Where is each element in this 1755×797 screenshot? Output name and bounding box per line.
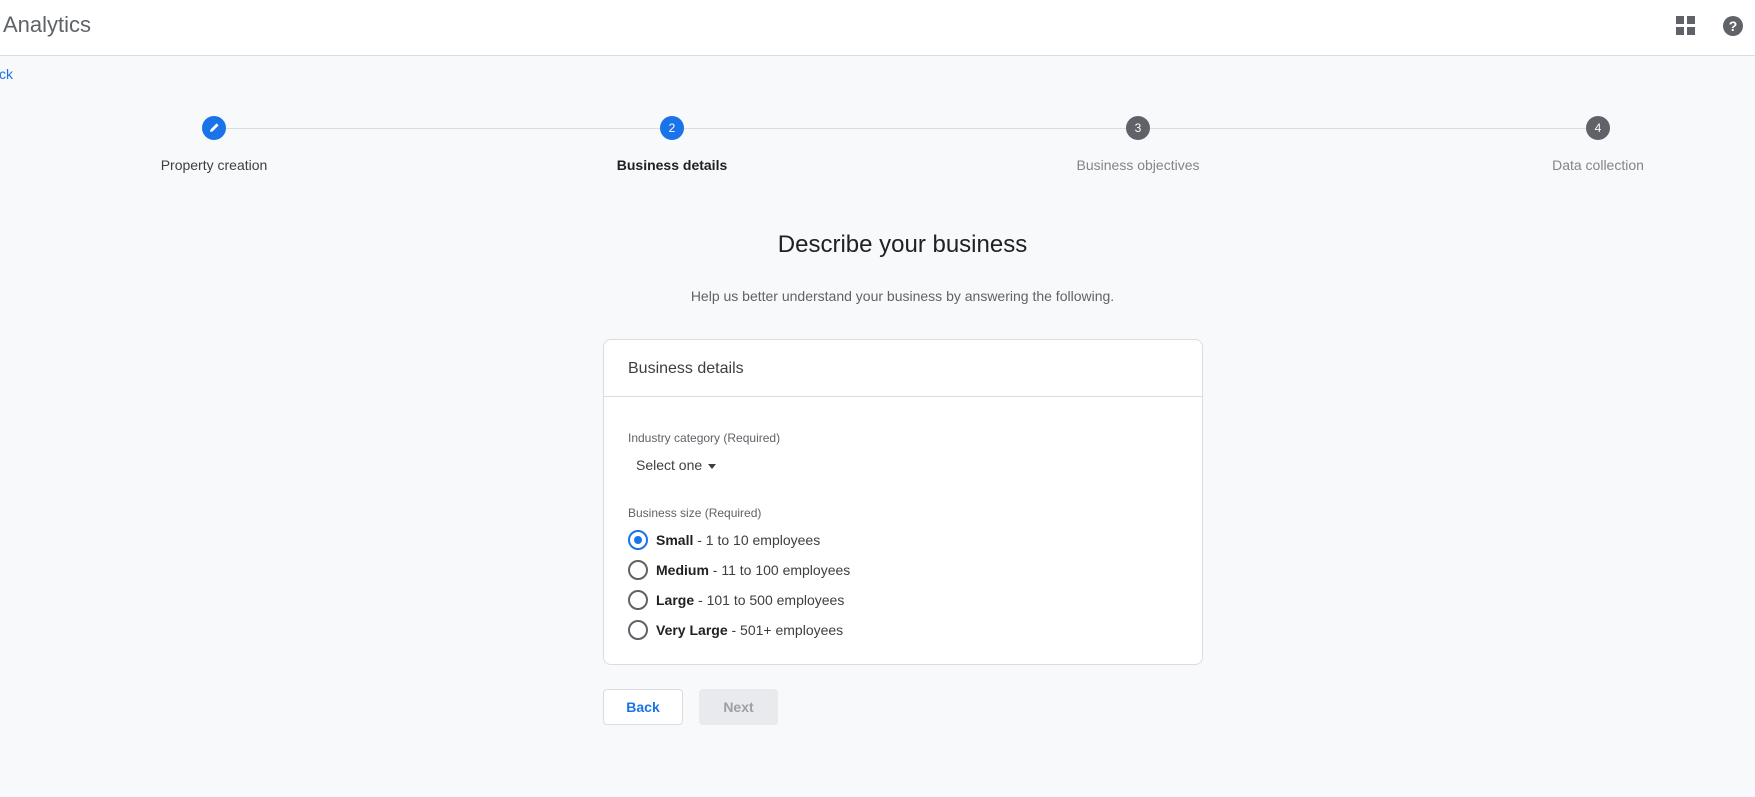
apps-grid-icon[interactable] [1676,16,1696,36]
next-button[interactable]: Next [699,689,778,725]
card-header: Business details [604,340,1202,397]
help-circle-icon[interactable]: ? [1722,15,1744,37]
back-button[interactable]: Back [603,689,683,725]
stepper-connector [226,128,660,129]
step-3-indicator: 3 [1126,116,1150,140]
option-detail: - 501+ employees [727,622,844,638]
stepper-connector [684,128,1126,129]
step-3-label: Business objectives [1076,157,1200,173]
step-2-label: Business details [616,157,728,173]
radio-button[interactable] [628,560,648,580]
dropdown-caret-icon [708,463,717,469]
industry-category-select[interactable]: Select one [636,457,717,473]
option-detail: - 101 to 500 employees [694,592,845,608]
option-detail: - 11 to 100 employees [708,562,851,578]
option-name: Large [656,592,695,608]
radio-button-checked[interactable] [628,530,648,550]
option-name: Medium [656,562,709,578]
page-title: Describe your business [777,231,1028,258]
business-size-option-medium[interactable]: Medium - 11 to 100 employees [628,560,850,580]
option-name: Very Large [656,622,728,638]
radio-button[interactable] [628,590,648,610]
industry-category-value: Select one [636,457,703,473]
option-name: Small [656,532,694,548]
step-4-indicator: 4 [1586,116,1610,140]
business-size-option-very-large[interactable]: Very Large - 501+ employees [628,620,843,640]
back-link[interactable]: ck [0,66,13,82]
top-app-bar: Analytics ? [0,0,1755,56]
step-2-indicator: 2 [660,116,684,140]
step-1-indicator [202,116,226,140]
step-4-label: Data collection [1552,157,1644,173]
business-size-option-small[interactable]: Small - 1 to 10 employees [628,530,820,550]
industry-category-label: Industry category (Required) [628,431,781,445]
pencil-icon [210,123,219,132]
business-size-option-large[interactable]: Large - 101 to 500 employees [628,590,844,610]
page-subtitle: Help us better understand your business … [690,288,1115,304]
radio-button[interactable] [628,620,648,640]
app-title: Analytics [3,12,92,37]
svg-text:?: ? [1729,18,1738,34]
business-size-label: Business size (Required) [628,506,762,520]
step-1-label: Property creation [160,157,268,173]
option-detail: - 1 to 10 employees [693,532,821,548]
business-details-card: Business details Industry category (Requ… [603,339,1203,665]
stepper-connector [1150,128,1586,129]
